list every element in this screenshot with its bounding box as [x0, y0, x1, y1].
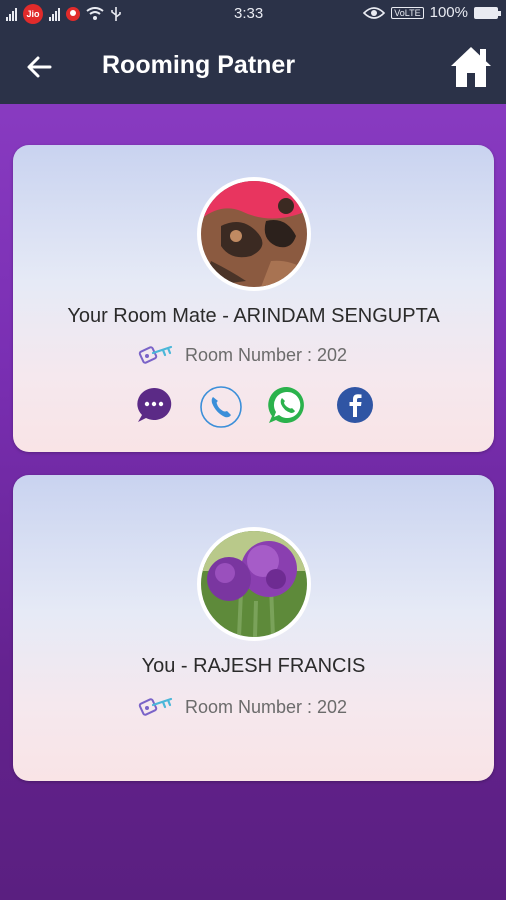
roommate-name: Your Room Mate - ARINDAM SENGUPTA [67, 305, 440, 327]
arrow-left-icon [27, 56, 52, 78]
message-icon [137, 387, 172, 422]
self-room-number: Room Number : 202 [185, 696, 348, 717]
battery-percent: 100% [429, 4, 468, 21]
whatsapp-icon [268, 386, 304, 423]
volte-badge: VoLTE [391, 6, 424, 19]
self-avatar [197, 527, 311, 641]
vodafone-icon [66, 7, 80, 21]
app-bar: Rooming Patner [0, 27, 506, 104]
battery-icon [474, 6, 501, 19]
home-button[interactable] [446, 41, 496, 91]
roommate-card: Your Room Mate - ARINDAM SENGUPTA Room N… [13, 145, 494, 452]
back-button[interactable] [20, 47, 60, 87]
status-time: 3:33 [234, 5, 264, 22]
facebook-button[interactable] [335, 385, 375, 425]
whatsapp-button[interactable] [267, 385, 307, 425]
self-card: You - RAJESH FRANCIS Room Number : 202 [13, 475, 494, 781]
status-right: VoLTE 100% [363, 4, 501, 21]
signal-icon [6, 7, 17, 21]
self-name: You - RAJESH FRANCIS [141, 655, 366, 677]
wifi-icon [86, 7, 104, 20]
eye-icon [363, 6, 386, 19]
message-button[interactable] [134, 385, 174, 425]
status-left: Jio [6, 4, 122, 24]
roommate-room-number: Room Number : 202 [185, 344, 348, 365]
key-icon [138, 345, 173, 364]
facebook-icon [337, 387, 373, 423]
signal-icon-2 [49, 7, 60, 21]
key-icon [138, 697, 173, 716]
phone-icon [200, 386, 242, 428]
call-button[interactable] [199, 385, 242, 428]
self-room-row: Room Number : 202 [137, 695, 347, 719]
jio-icon: Jio [23, 4, 43, 24]
roommate-avatar [197, 177, 311, 291]
roommate-room-row: Room Number : 202 [137, 343, 347, 367]
contact-actions [134, 385, 375, 428]
status-bar: Jio 3:33 VoLTE 100% [0, 0, 506, 27]
home-icon [451, 47, 491, 87]
page-title: Rooming Patner [102, 51, 296, 79]
usb-icon [111, 7, 121, 21]
